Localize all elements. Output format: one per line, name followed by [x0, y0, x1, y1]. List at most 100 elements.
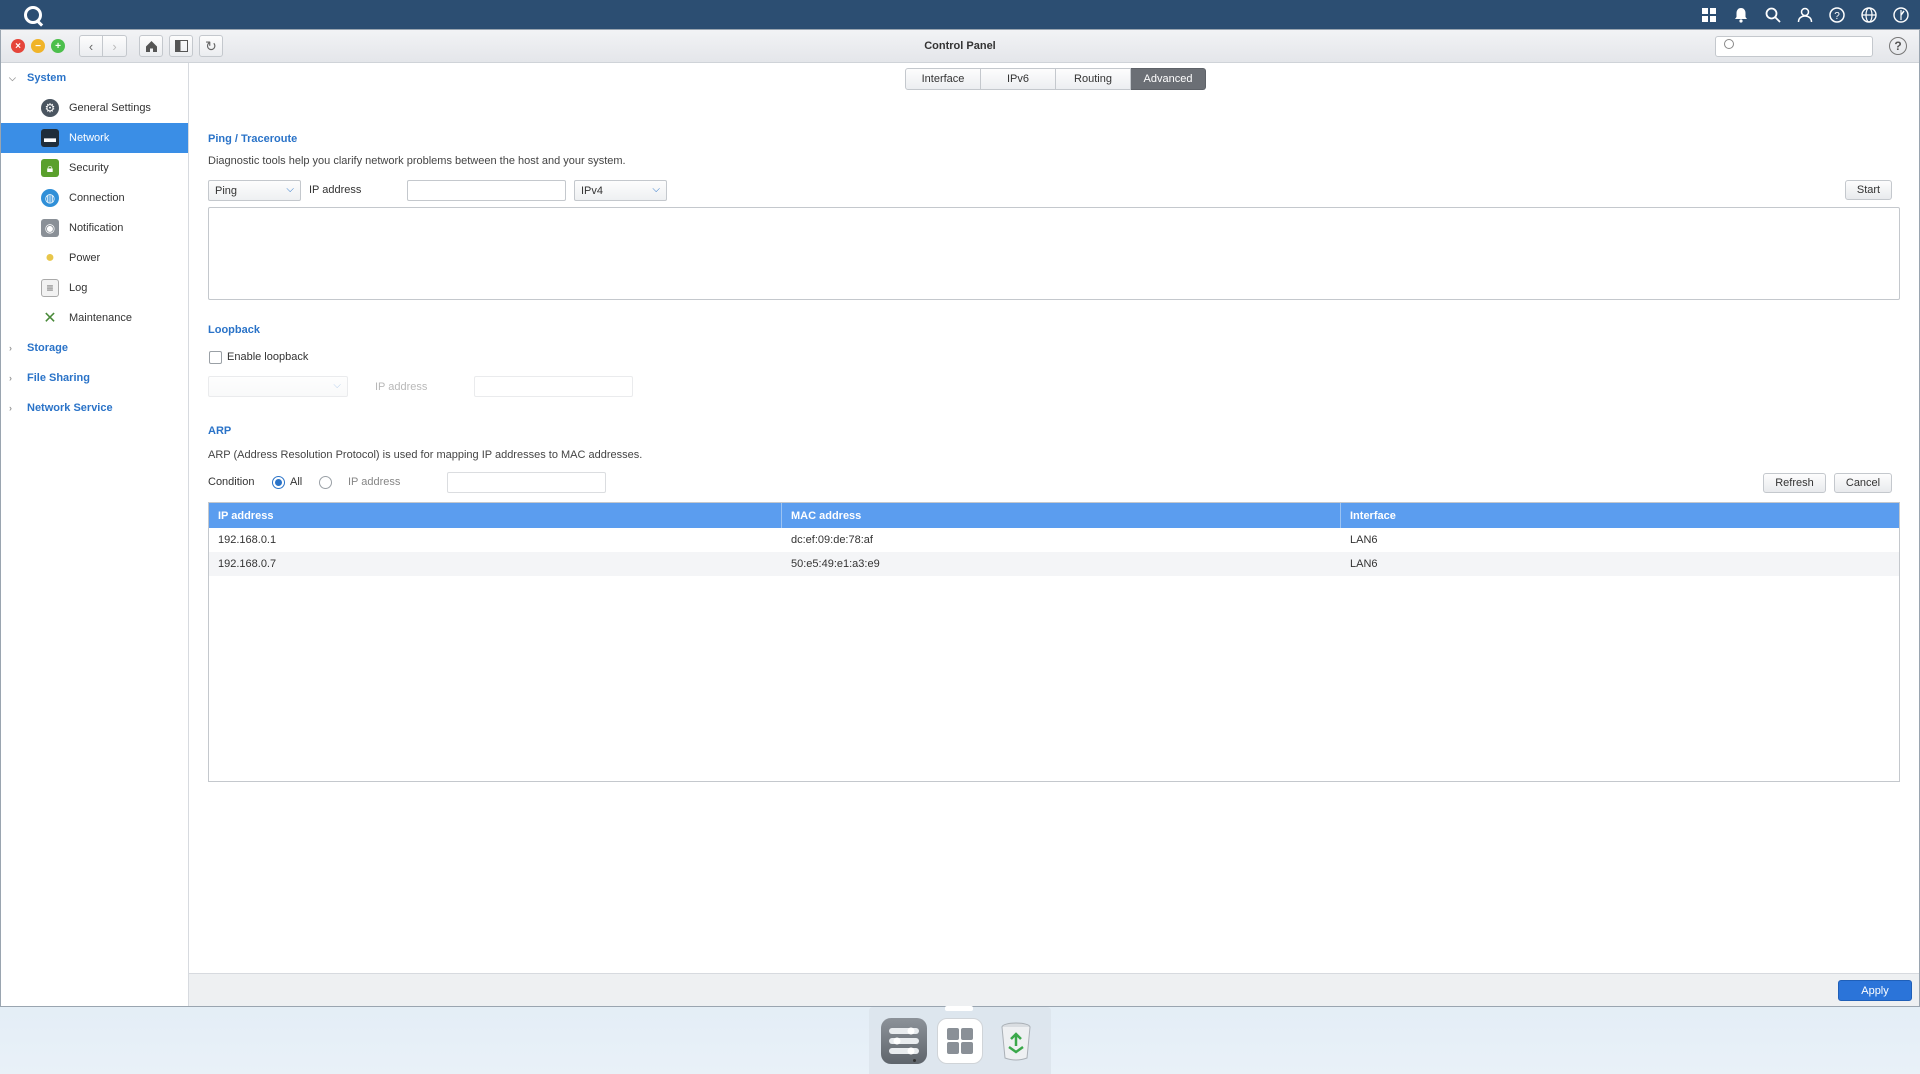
column-header-mac-address[interactable]: MAC address — [782, 503, 1341, 528]
table-row[interactable]: 192.168.0.7 50:e5:49:e1:a3:e9 LAN6 — [209, 552, 1899, 576]
chevron-down-icon: ⌵ — [652, 184, 660, 195]
sidebar-toggle-icon — [174, 40, 188, 52]
loopback-ip-label: IP address — [375, 381, 428, 393]
control-panel-window: × − + ‹ › ↻ Control Panel ? ⌵ System ⚙ G… — [0, 29, 1920, 1007]
refresh-button[interactable]: ↻ — [199, 35, 223, 57]
table-row[interactable]: 192.168.0.1 dc:ef:09:de:78:af LAN6 — [209, 528, 1899, 552]
cell-ip-address: 192.168.0.1 — [218, 534, 277, 546]
forward-button[interactable]: › — [103, 35, 127, 57]
window-help-button[interactable]: ? — [1889, 37, 1907, 55]
dock-recycle-bin[interactable] — [993, 1018, 1039, 1064]
sidebar-item-network[interactable]: ▬ Network — [1, 123, 188, 153]
ping-tool-value: Ping — [215, 184, 238, 197]
language-globe-icon[interactable] — [1860, 6, 1878, 24]
sidebar-item-label: Security — [69, 162, 109, 174]
cell-interface: LAN6 — [1350, 558, 1378, 570]
ping-ip-input[interactable] — [407, 180, 566, 201]
chevron-right-icon: › — [112, 38, 117, 54]
cell-interface: LAN6 — [1350, 534, 1378, 546]
loopback-interface-select[interactable]: ⌵ — [208, 376, 348, 397]
toggle-sidebar-button[interactable] — [169, 35, 193, 57]
ping-output-area[interactable] — [208, 207, 1900, 300]
tab-bar: Interface IPv6 Routing Advanced — [905, 68, 1206, 90]
chevron-down-icon: ⌵ — [333, 380, 341, 391]
sidebar-group-system[interactable]: ⌵ System — [1, 63, 188, 93]
column-header-ip-address[interactable]: IP address — [209, 503, 782, 528]
cell-mac-address: 50:e5:49:e1:a3:e9 — [791, 558, 880, 570]
tab-interface[interactable]: Interface — [905, 68, 981, 90]
back-button[interactable]: ‹ — [79, 35, 103, 57]
arp-condition-all-radio[interactable] — [272, 476, 285, 489]
arp-refresh-button[interactable]: Refresh — [1763, 473, 1826, 493]
search-input[interactable] — [1715, 36, 1873, 57]
sidebar-item-notification[interactable]: ◉ Notification — [1, 213, 188, 243]
chevron-left-icon: ‹ — [88, 38, 94, 54]
top-taskbar: ? — [0, 0, 1920, 29]
dashboard-gauge-icon[interactable] — [1892, 6, 1910, 24]
apply-button[interactable]: Apply — [1838, 980, 1912, 1001]
sidebar-group-label: System — [27, 72, 67, 84]
main-menu-icon[interactable] — [24, 5, 42, 24]
sidebar-item-general-settings[interactable]: ⚙ General Settings — [1, 93, 188, 123]
sidebar-item-log[interactable]: ≡ Log — [1, 273, 188, 303]
minimize-icon: − — [35, 40, 41, 52]
chevron-right-icon: › — [9, 373, 12, 383]
loopback-ip-input[interactable] — [474, 376, 633, 397]
help-icon[interactable]: ? — [1828, 6, 1846, 24]
enable-loopback-checkbox[interactable] — [209, 351, 222, 364]
search-field-icon — [1724, 39, 1734, 49]
sidebar-item-power[interactable]: ● Power — [1, 243, 188, 273]
ping-protocol-value: IPv4 — [581, 184, 604, 197]
tools-icon: ✕ — [43, 310, 57, 327]
sidebar-item-label: Power — [69, 252, 101, 264]
column-header-interface[interactable]: Interface — [1341, 503, 1899, 528]
maximize-window-button[interactable]: + — [51, 39, 65, 53]
tab-advanced[interactable]: Advanced — [1131, 68, 1206, 90]
sidebar-item-connection[interactable]: ◍ Connection — [1, 183, 188, 213]
dock-control-panel-app[interactable] — [881, 1017, 927, 1064]
network-icon: ▬ — [41, 129, 59, 147]
sidebar-group-file-sharing[interactable]: › File Sharing — [1, 363, 188, 393]
tab-routing[interactable]: Routing — [1056, 68, 1131, 90]
arp-cancel-button[interactable]: Cancel — [1834, 473, 1892, 493]
svg-text:?: ? — [1834, 11, 1840, 22]
arp-description: ARP (Address Resolution Protocol) is use… — [208, 449, 643, 461]
question-icon: ? — [1894, 39, 1902, 53]
search-icon[interactable] — [1764, 6, 1782, 24]
dock-handle[interactable] — [945, 1006, 973, 1011]
apps-grid-icon[interactable] — [1700, 6, 1718, 24]
ping-protocol-select[interactable]: IPv4 ⌵ — [574, 180, 667, 201]
running-indicator — [913, 1058, 916, 1062]
dock-app-center[interactable] — [937, 1017, 983, 1064]
minimize-window-button[interactable]: − — [31, 39, 45, 53]
home-button[interactable] — [139, 35, 163, 57]
arp-table-header: IP address MAC address Interface — [209, 503, 1899, 528]
chevron-right-icon: › — [9, 343, 12, 353]
sidebar-item-maintenance[interactable]: ✕ Maintenance — [1, 303, 188, 333]
close-window-button[interactable]: × — [11, 39, 25, 53]
chevron-down-icon: ⌵ — [286, 184, 294, 195]
start-button[interactable]: Start — [1845, 180, 1892, 200]
sidebar-item-label: Maintenance — [69, 312, 132, 324]
ping-description: Diagnostic tools help you clarify networ… — [208, 155, 626, 167]
ping-tool-select[interactable]: Ping ⌵ — [208, 180, 301, 201]
sidebar: ⌵ System ⚙ General Settings ▬ Network 🔒︎… — [1, 63, 189, 1006]
content-panel: Interface IPv6 Routing Advanced Ping / T… — [189, 63, 1919, 973]
ping-section-title: Ping / Traceroute — [208, 133, 298, 145]
sidebar-group-label: Network Service — [27, 402, 113, 414]
arp-table: IP address MAC address Interface 192.168… — [208, 502, 1900, 782]
arp-condition-ip-label: IP address — [348, 476, 401, 488]
arp-ip-input[interactable] — [447, 472, 606, 493]
user-icon[interactable] — [1796, 6, 1814, 24]
cell-ip-address: 192.168.0.7 — [218, 558, 277, 570]
globe-icon: ◍ — [41, 189, 59, 207]
sidebar-group-label: File Sharing — [27, 372, 90, 384]
sidebar-group-network-service[interactable]: › Network Service — [1, 393, 188, 423]
sidebar-item-security[interactable]: 🔒︎ Security — [1, 153, 188, 183]
notification-bell-icon[interactable] — [1732, 6, 1750, 24]
control-panel-icon — [889, 1027, 919, 1054]
sidebar-group-storage[interactable]: › Storage — [1, 333, 188, 363]
arp-condition-ip-radio[interactable] — [319, 476, 332, 489]
sidebar-group-label: Storage — [27, 342, 68, 354]
tab-ipv6[interactable]: IPv6 — [981, 68, 1056, 90]
